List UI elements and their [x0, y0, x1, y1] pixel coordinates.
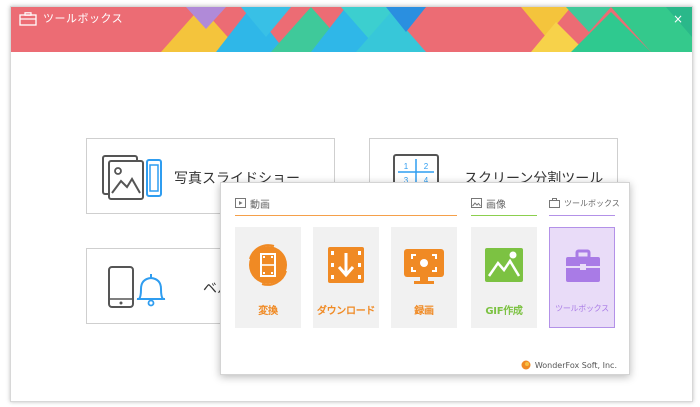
toolbox-popup-menu: 動画 画像 ツールボックス 変換 ダウンロード 録画 GIF作成 ツールボックス…: [220, 182, 630, 375]
section-video-header: 動画: [235, 195, 270, 211]
tool-record[interactable]: 録画: [391, 227, 457, 328]
wonderfox-logo-icon: [521, 360, 531, 370]
brand-footer: WonderFox Soft, Inc.: [521, 360, 617, 370]
gif-image-icon: [485, 248, 523, 282]
image-icon: [471, 198, 482, 208]
section-image-title: 画像: [486, 199, 506, 211]
toolbox-icon: [566, 249, 600, 282]
tool-toolbox[interactable]: ツールボックス: [549, 227, 615, 328]
close-button[interactable]: ×: [670, 11, 686, 27]
title-bar: ツールボックス ×: [11, 7, 692, 52]
toolbox-title-icon: [19, 12, 37, 26]
split-number-2: 2: [424, 162, 429, 171]
tool-download-label: ダウンロード: [316, 306, 376, 317]
tool-convert-label: 変換: [258, 306, 278, 317]
tool-record-label: 録画: [414, 306, 434, 317]
tool-gif-maker[interactable]: GIF作成: [471, 227, 537, 328]
section-image-divider: [471, 215, 537, 216]
split-number-1: 1: [404, 162, 409, 171]
section-toolbox-divider: [549, 215, 615, 216]
tool-toolbox-label: ツールボックス: [555, 304, 609, 313]
tool-download[interactable]: ダウンロード: [313, 227, 379, 328]
window-title: ツールボックス: [43, 12, 124, 25]
video-icon: [235, 198, 246, 208]
photo-slideshow-icon: [102, 155, 162, 200]
tool-gif-maker-label: GIF作成: [485, 306, 523, 317]
toolbox-icon: [549, 198, 560, 208]
section-video-title: 動画: [250, 199, 270, 211]
film-convert-icon: [249, 244, 287, 286]
tool-convert[interactable]: 変換: [235, 227, 301, 328]
phone-bell-icon: [108, 266, 166, 308]
screen-record-icon: [404, 249, 444, 284]
section-toolbox-header: ツールボックス: [549, 195, 620, 211]
download-icon: [328, 247, 364, 283]
section-toolbox-title: ツールボックス: [564, 198, 620, 208]
section-image-header: 画像: [471, 195, 506, 211]
brand-name: WonderFox Soft, Inc.: [534, 360, 617, 370]
section-video-divider: [235, 215, 457, 216]
